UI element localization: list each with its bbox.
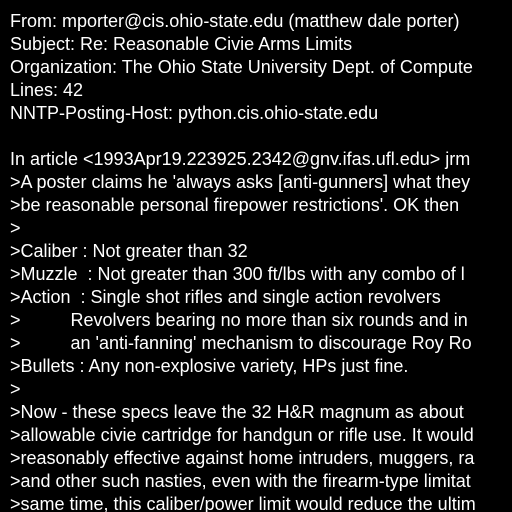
quoted-line: >Now - these specs leave the 32 H&R magn… [10, 402, 464, 422]
quoted-line: >Action : Single shot rifles and single … [10, 287, 441, 307]
quoted-line: >Caliber : Not greater than 32 [10, 241, 248, 261]
quoted-line: > an 'anti-fanning' mechanism to discour… [10, 333, 472, 353]
quoted-line: >same time, this caliber/power limit wou… [10, 494, 476, 512]
quoted-line: >Muzzle : Not greater than 300 ft/lbs wi… [10, 264, 465, 284]
header-from: From: mporter@cis.ohio-state.edu (matthe… [10, 11, 460, 31]
header-nntp-posting-host: NNTP-Posting-Host: python.cis.ohio-state… [10, 103, 379, 123]
quoted-line: >be reasonable personal firepower restri… [10, 195, 460, 215]
header-subject: Subject: Re: Reasonable Civie Arms Limit… [10, 34, 353, 54]
quoted-line: >A poster claims he 'always asks [anti-g… [10, 172, 471, 192]
quoted-line: > [10, 379, 21, 399]
message-body: From: mporter@cis.ohio-state.edu (matthe… [10, 10, 512, 512]
quoted-line: >Bullets : Any non-explosive variety, HP… [10, 356, 409, 376]
quoted-line: >and other such nasties, even with the f… [10, 471, 471, 491]
header-organization: Organization: The Ohio State University … [10, 57, 473, 77]
header-lines: Lines: 42 [10, 80, 84, 100]
quoted-line: > [10, 218, 21, 238]
quoted-line: >allowable civie cartridge for handgun o… [10, 425, 474, 445]
attribution-line: In article <1993Apr19.223925.2342@gnv.if… [10, 149, 471, 169]
quoted-line: >reasonably effective against home intru… [10, 448, 475, 468]
quoted-line: > Revolvers bearing no more than six rou… [10, 310, 468, 330]
